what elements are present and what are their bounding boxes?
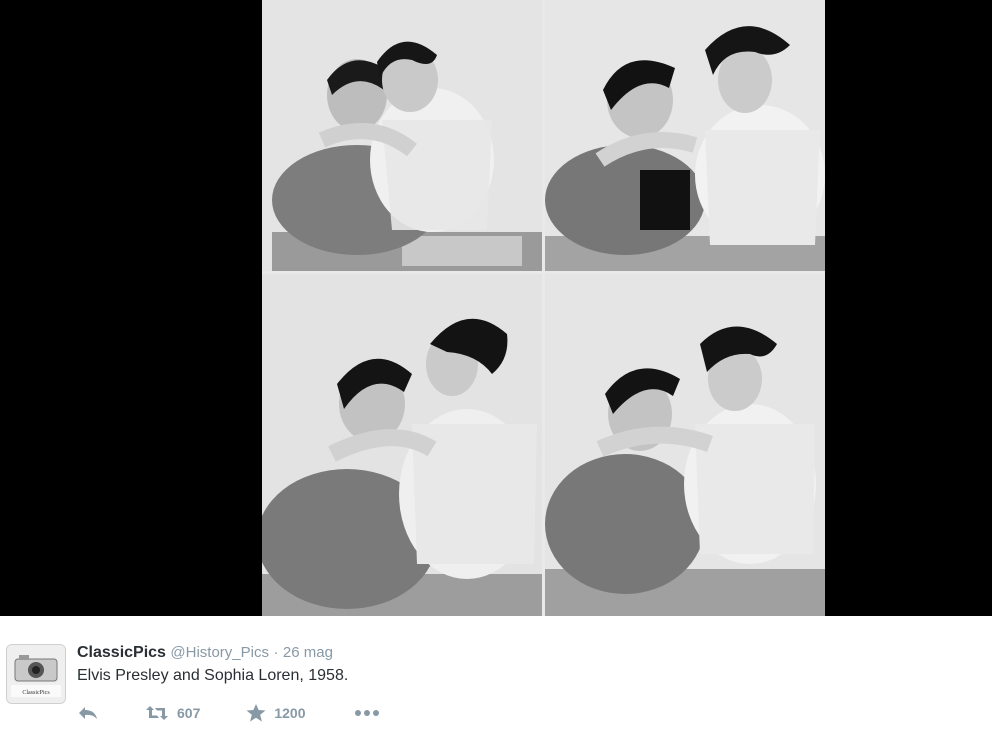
retweet-count: 607 [177, 705, 201, 721]
collage-photo-1[interactable] [262, 0, 542, 271]
star-icon [246, 704, 266, 722]
reply-icon [79, 707, 97, 719]
separator: · [273, 644, 279, 661]
favorite-count: 1200 [274, 705, 306, 721]
avatar[interactable]: ClassicPics [6, 644, 66, 704]
retweet-icon [146, 706, 168, 720]
author-name[interactable]: ClassicPics [77, 644, 166, 661]
more-icon [354, 710, 379, 716]
tweet-text: Elvis Presley and Sophia Loren, 1958. [77, 667, 349, 684]
reply-button[interactable] [77, 705, 99, 721]
collage-photo-2[interactable] [545, 0, 825, 271]
author-handle[interactable]: @History_Pics [170, 644, 269, 661]
timestamp[interactable]: 26 mag [283, 644, 333, 661]
collage-photo-4[interactable] [545, 274, 825, 616]
tweet-header: ClassicPics @History_Pics · 26 mag [77, 644, 333, 662]
favorite-button[interactable]: 1200 [246, 704, 306, 722]
avatar-label: ClassicPics [22, 690, 50, 696]
photo-collage[interactable] [262, 0, 825, 616]
tweet-actions: 607 1200 [77, 702, 380, 724]
more-button[interactable] [354, 709, 380, 717]
retweet-button[interactable]: 607 [145, 705, 200, 721]
tweet-media[interactable] [0, 0, 992, 616]
collage-photo-3[interactable] [262, 274, 542, 616]
tweet[interactable]: ClassicPics ClassicPics @History_Pics · … [0, 616, 992, 744]
